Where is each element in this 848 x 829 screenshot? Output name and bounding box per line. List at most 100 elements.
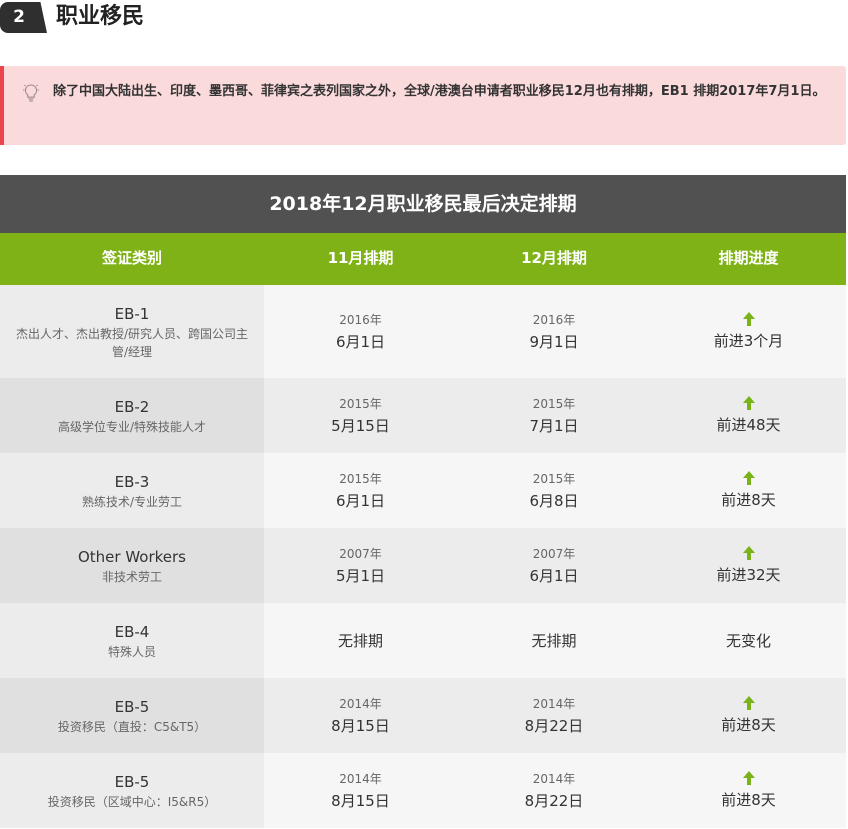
category-description: 特殊人员: [107, 644, 156, 659]
table-row: EB-5 投资移民（直投：C5&T5） 2014年 8月15日 2014年 8月…: [0, 678, 846, 753]
category-cell: EB-5 投资移民（直投：C5&T5）: [0, 678, 264, 753]
december-year: 2015年: [532, 396, 576, 411]
progress-text: 前进8天: [721, 790, 776, 809]
category-name: EB-2: [114, 397, 150, 416]
table-row: EB-3 熟练技术/专业劳工 2015年 6月1日 2015年 6月8日 前进8…: [0, 453, 846, 528]
category-description: 高级学位专业/特殊技能人才: [57, 419, 207, 434]
header-december: 12月排期: [521, 249, 587, 267]
category-description: 投资移民（区域中心：I5&R5）: [47, 794, 217, 809]
december-year: 2015年: [532, 471, 576, 486]
progress-cell: 前进8天: [651, 453, 846, 528]
up-arrow-icon: [742, 770, 755, 785]
progress-text: 前进3个月: [713, 331, 784, 350]
table-row: Other Workers 非技术劳工 2007年 5月1日 2007年 6月1…: [0, 528, 846, 603]
december-date: 8月22日: [524, 791, 584, 810]
november-date: 6月1日: [335, 332, 386, 351]
notice-box: 除了中国大陆出生、印度、墨西哥、菲律宾之表列国家之外，全球/港澳台申请者职业移民…: [0, 66, 846, 145]
november-cell: 2015年 5月15日: [264, 378, 457, 453]
december-value: 无排期: [531, 632, 577, 650]
december-cell: 2016年 9月1日: [457, 285, 651, 378]
november-year: 2015年: [339, 396, 382, 411]
progress-cell: 前进32天: [651, 528, 846, 603]
up-arrow-icon: [742, 695, 755, 710]
table-header-row: 签证类别 11月排期 12月排期 排期进度: [0, 233, 846, 285]
progress-cell: 前进8天: [651, 753, 846, 828]
november-cell: 2007年 5月1日: [264, 528, 457, 603]
category-name: EB-4: [114, 622, 150, 641]
december-cell: 2015年 7月1日: [457, 378, 651, 453]
lightbulb-icon: [23, 84, 39, 102]
category-name: EB-1: [114, 304, 150, 323]
table-row: EB-1 杰出人才、杰出教授/研究人员、跨国公司主管/经理 2016年 6月1日…: [0, 285, 846, 378]
category-cell: EB-5 投资移民（区域中心：I5&R5）: [0, 753, 264, 828]
november-cell: 2014年 8月15日: [264, 678, 457, 753]
category-description: 熟练技术/专业劳工: [81, 494, 183, 509]
november-date: 6月1日: [335, 491, 386, 510]
december-cell: 2014年 8月22日: [457, 753, 651, 828]
progress-text: 前进8天: [721, 490, 776, 509]
table-row: EB-2 高级学位专业/特殊技能人才 2015年 5月15日 2015年 7月1…: [0, 378, 846, 453]
november-value: 无排期: [337, 632, 383, 650]
category-cell: EB-2 高级学位专业/特殊技能人才: [0, 378, 264, 453]
december-cell: 无排期: [457, 603, 651, 678]
progress-text: 无变化: [725, 632, 771, 650]
table-title: 2018年12月职业移民最后决定排期: [0, 175, 846, 233]
december-date: 8月22日: [524, 716, 584, 735]
section-number: 2: [13, 7, 25, 27]
category-name: EB-3: [114, 472, 150, 491]
progress-text: 前进48天: [716, 415, 781, 434]
december-date: 9月1日: [529, 332, 579, 351]
up-arrow-icon: [742, 545, 755, 560]
november-year: 2014年: [339, 696, 382, 711]
november-cell: 2014年 8月15日: [264, 753, 457, 828]
november-cell: 2015年 6月1日: [264, 453, 457, 528]
november-year: 2015年: [339, 471, 382, 486]
december-year: 2014年: [532, 771, 576, 786]
category-cell: EB-4 特殊人员: [0, 603, 264, 678]
december-year: 2014年: [532, 696, 576, 711]
section-number-badge: 2: [0, 2, 47, 33]
november-date: 5月15日: [331, 416, 390, 435]
category-name: EB-5: [114, 772, 150, 791]
november-date: 8月15日: [331, 716, 390, 735]
up-arrow-icon: [742, 311, 755, 326]
november-date: 5月1日: [335, 566, 386, 585]
progress-text: 前进8天: [721, 715, 776, 734]
category-cell: EB-1 杰出人才、杰出教授/研究人员、跨国公司主管/经理: [0, 285, 264, 378]
table-row: EB-5 投资移民（区域中心：I5&R5） 2014年 8月15日 2014年 …: [0, 753, 846, 828]
november-cell: 2016年 6月1日: [264, 285, 457, 378]
november-year: 2014年: [339, 771, 382, 786]
notice-text: 除了中国大陆出生、印度、墨西哥、菲律宾之表列国家之外，全球/港澳台申请者职业移民…: [53, 84, 826, 99]
category-cell: EB-3 熟练技术/专业劳工: [0, 453, 264, 528]
november-year: 2007年: [339, 546, 382, 561]
table-row: EB-4 特殊人员 无排期 无排期 无变化: [0, 603, 846, 678]
december-date: 7月1日: [529, 416, 579, 435]
november-year: 2016年: [339, 312, 382, 327]
section-header: 2 职业移民: [0, 0, 848, 36]
progress-cell: 前进8天: [651, 678, 846, 753]
november-cell: 无排期: [264, 603, 457, 678]
up-arrow-icon: [742, 395, 755, 410]
category-name: EB-5: [114, 697, 150, 716]
progress-cell: 无变化: [651, 603, 846, 678]
december-year: 2016年: [532, 312, 576, 327]
category-description: 杰出人才、杰出教授/研究人员、跨国公司主管/经理: [15, 326, 249, 359]
december-cell: 2015年 6月8日: [457, 453, 651, 528]
december-date: 6月1日: [529, 566, 579, 585]
header-progress: 排期进度: [718, 249, 779, 267]
category-description: 非技术劳工: [101, 569, 162, 584]
header-november: 11月排期: [327, 249, 394, 267]
header-category: 签证类别: [101, 249, 162, 267]
category-description: 投资移民（直投：C5&T5）: [57, 719, 207, 734]
category-name: Other Workers: [77, 547, 187, 566]
december-cell: 2014年 8月22日: [457, 678, 651, 753]
progress-cell: 前进3个月: [651, 285, 846, 378]
december-date: 6月8日: [529, 491, 579, 510]
category-cell: Other Workers 非技术劳工: [0, 528, 264, 603]
progress-cell: 前进48天: [651, 378, 846, 453]
december-year: 2007年: [532, 546, 576, 561]
december-cell: 2007年 6月1日: [457, 528, 651, 603]
up-arrow-icon: [742, 470, 755, 485]
november-date: 8月15日: [331, 791, 390, 810]
section-title: 职业移民: [56, 4, 145, 29]
